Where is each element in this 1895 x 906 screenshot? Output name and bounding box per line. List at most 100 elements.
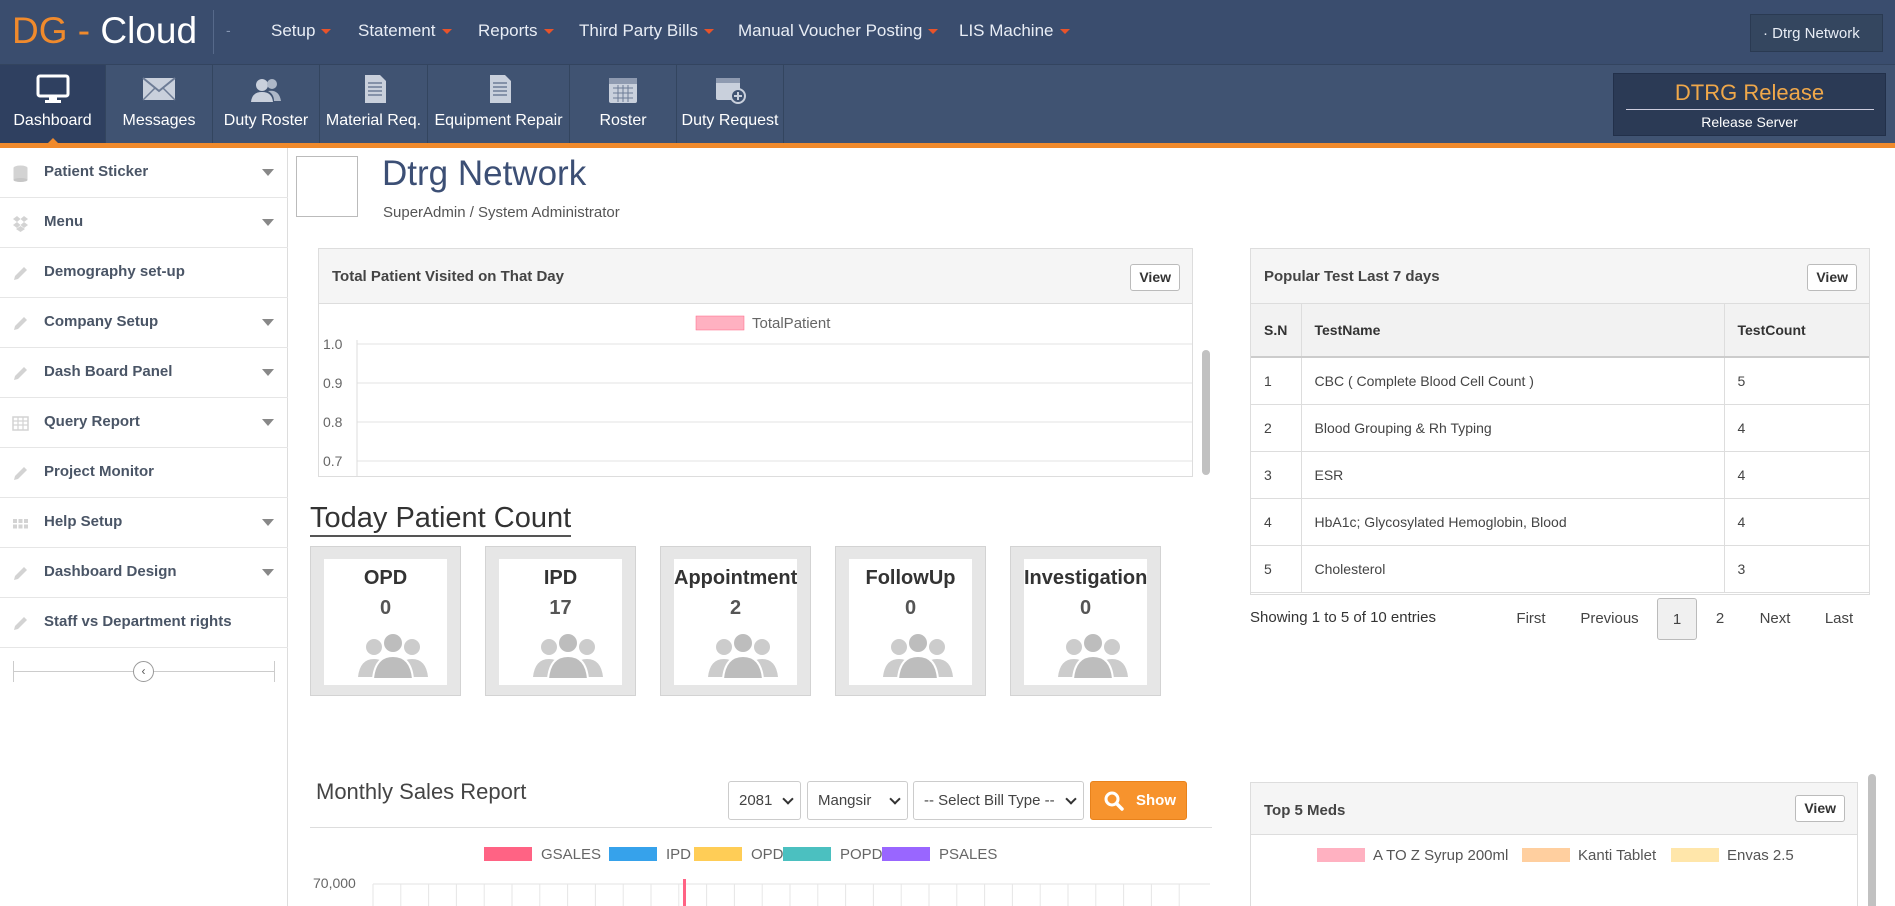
pagination-page-2[interactable]: 2 bbox=[1702, 598, 1738, 640]
logo-dash: - bbox=[77, 10, 91, 51]
legend-label: TotalPatient bbox=[752, 315, 831, 332]
scrollbar-thumb[interactable] bbox=[1868, 774, 1876, 906]
toolbar-messages[interactable]: Messages bbox=[106, 65, 213, 145]
sidebar-item-staff-vs-department-rights[interactable]: Staff vs Department rights bbox=[0, 598, 288, 648]
toolbar-roster[interactable]: Roster bbox=[570, 65, 677, 145]
page-scrollbar[interactable] bbox=[1866, 772, 1878, 906]
top-menu-manual-voucher-posting[interactable]: Manual Voucher Posting bbox=[738, 21, 939, 41]
pencil-icon bbox=[14, 267, 27, 280]
toolbar-equipment-repair[interactable]: Equipment Repair bbox=[428, 65, 570, 145]
today-patient-count-title: Today Patient Count bbox=[310, 501, 572, 537]
chevron-down-icon bbox=[1065, 793, 1077, 805]
table-info: Showing 1 to 5 of 10 entries bbox=[1250, 609, 1436, 626]
total-patient-panel: Total Patient Visited on That Day View T… bbox=[318, 248, 1193, 477]
table-row: 5 Cholesterol 3 bbox=[1251, 545, 1869, 593]
pagination-first[interactable]: First bbox=[1505, 598, 1557, 640]
sidebar-item-help-setup[interactable]: Help Setup bbox=[0, 498, 288, 548]
release-divider bbox=[1625, 109, 1874, 110]
pagination-last[interactable]: Last bbox=[1814, 598, 1864, 640]
count-card-value: 2 bbox=[729, 597, 742, 619]
sidebar-item-project-monitor[interactable]: Project Monitor bbox=[0, 448, 288, 498]
toolbar: Dashboard Messages Duty Roster Material … bbox=[0, 64, 1895, 145]
sidebar-item-dash-board-panel[interactable]: Dash Board Panel bbox=[0, 348, 288, 398]
org-avatar bbox=[296, 156, 358, 217]
pagination-previous[interactable]: Previous bbox=[1572, 598, 1647, 640]
y-tick-label: 0.7 bbox=[323, 453, 343, 469]
sidebar-item-patient-sticker[interactable]: Patient Sticker bbox=[0, 148, 288, 198]
pagination-page-1[interactable]: 1 bbox=[1657, 598, 1697, 640]
cell-sn: 3 bbox=[1251, 451, 1302, 499]
count-card-value: 17 bbox=[549, 597, 572, 619]
toolbar-dashboard[interactable]: Dashboard bbox=[0, 65, 106, 145]
sidebar-item-company-setup[interactable]: Company Setup bbox=[0, 298, 288, 348]
legend-swatch bbox=[694, 847, 742, 861]
count-card-inner: Appointment 2 bbox=[674, 559, 797, 685]
sidebar-item-label: Menu bbox=[44, 213, 84, 230]
sidebar-item-dashboard-design[interactable]: Dashboard Design bbox=[0, 548, 288, 598]
count-card-appointment[interactable]: Appointment 2 bbox=[660, 546, 811, 696]
monthly-sales-title: Monthly Sales Report bbox=[316, 779, 527, 804]
column-header-test-name[interactable]: TestName bbox=[1301, 304, 1725, 358]
toolbar-label: Messages bbox=[122, 112, 196, 129]
sidebar-item-menu[interactable]: Menu bbox=[0, 198, 288, 248]
cell-test-count: 3 bbox=[1724, 545, 1869, 593]
top-menu-setup[interactable]: Setup bbox=[271, 21, 332, 41]
caret-down-icon bbox=[262, 169, 274, 176]
sidebar-item-label: Dashboard Design bbox=[44, 563, 177, 580]
count-card-investigation[interactable]: Investigation 0 bbox=[1010, 546, 1161, 696]
sidebar-item-query-report[interactable]: Query Report bbox=[0, 398, 288, 448]
top-menu-lis-machine[interactable]: LIS Machine bbox=[959, 21, 1070, 41]
top-menu-reports[interactable]: Reports bbox=[478, 21, 554, 41]
view-button[interactable]: View bbox=[1795, 795, 1845, 822]
legend-swatch bbox=[609, 847, 657, 861]
count-card-inner: FollowUp 0 bbox=[849, 559, 972, 685]
sales-divider bbox=[310, 827, 1212, 828]
top-meds-panel: Top 5 Meds View A TO Z Syrup 200ml Kanti… bbox=[1250, 782, 1858, 906]
legend-label: IPD bbox=[666, 846, 691, 863]
sidebar: Patient Sticker Menu Demography set-up C… bbox=[0, 148, 288, 906]
sidebar-item-label: Help Setup bbox=[44, 513, 123, 530]
count-card-label: Investigation bbox=[1024, 567, 1148, 589]
cell-test-count: 5 bbox=[1724, 357, 1869, 405]
scrollbar-thumb[interactable] bbox=[1202, 350, 1210, 475]
sidebar-item-label: Patient Sticker bbox=[44, 163, 149, 180]
caret-down-icon bbox=[928, 29, 939, 35]
sidebar-item-demography-setup[interactable]: Demography set-up bbox=[0, 248, 288, 298]
logo-divider bbox=[213, 10, 214, 54]
bill-type-select[interactable]: -- Select Bill Type -- bbox=[913, 781, 1084, 820]
count-card-followup[interactable]: FollowUp 0 bbox=[835, 546, 986, 696]
network-select[interactable]: · Dtrg Network bbox=[1750, 14, 1883, 52]
panel-scrollbar[interactable] bbox=[1200, 242, 1212, 478]
toolbar-duty-request[interactable]: Duty Request bbox=[677, 65, 784, 145]
view-button[interactable]: View bbox=[1807, 264, 1857, 291]
toolbar-material-req[interactable]: Material Req. bbox=[320, 65, 428, 145]
view-button[interactable]: View bbox=[1130, 264, 1180, 291]
panel-header: Total Patient Visited on That Day View bbox=[319, 249, 1192, 304]
release-subtitle: Release Server bbox=[1701, 114, 1798, 130]
pagination-next[interactable]: Next bbox=[1751, 598, 1799, 640]
show-button[interactable]: Show bbox=[1090, 781, 1187, 820]
month-select[interactable]: Mangsir bbox=[807, 781, 908, 820]
count-card-ipd[interactable]: IPD 17 bbox=[485, 546, 636, 696]
legend-item[interactable]: A TO Z Syrup 200ml bbox=[1317, 847, 1508, 864]
user-role: SuperAdmin / System Administrator bbox=[383, 204, 620, 221]
legend-swatch bbox=[484, 847, 532, 861]
cell-test-name: Cholesterol bbox=[1301, 545, 1725, 593]
count-card-value: 0 bbox=[904, 597, 917, 619]
column-header-test-count[interactable]: TestCount bbox=[1724, 304, 1869, 358]
y-tick-label: 1.0 bbox=[323, 336, 343, 352]
app-logo[interactable]: DG - Cloud bbox=[12, 10, 197, 52]
total-patient-chart: TotalPatient 1.0 0.9 0.8 0.7 bbox=[323, 315, 1192, 476]
table-row: 2 Blood Grouping & Rh Typing 4 bbox=[1251, 404, 1869, 452]
year-select[interactable]: 2081 bbox=[728, 781, 801, 820]
chevron-left-icon[interactable]: ‹ bbox=[133, 661, 154, 682]
legend-item[interactable]: Envas 2.5 bbox=[1671, 847, 1794, 864]
top-menu-statement[interactable]: Statement bbox=[358, 21, 452, 41]
toolbar-duty-roster[interactable]: Duty Roster bbox=[213, 65, 320, 145]
legend-item[interactable]: Kanti Tablet bbox=[1522, 847, 1656, 864]
search-icon bbox=[1104, 791, 1124, 811]
column-header-sn[interactable]: S.N bbox=[1251, 304, 1302, 358]
chevron-down-icon bbox=[782, 793, 794, 805]
count-card-opd[interactable]: OPD 0 bbox=[310, 546, 461, 696]
top-menu-third-party-bills[interactable]: Third Party Bills bbox=[579, 21, 715, 41]
